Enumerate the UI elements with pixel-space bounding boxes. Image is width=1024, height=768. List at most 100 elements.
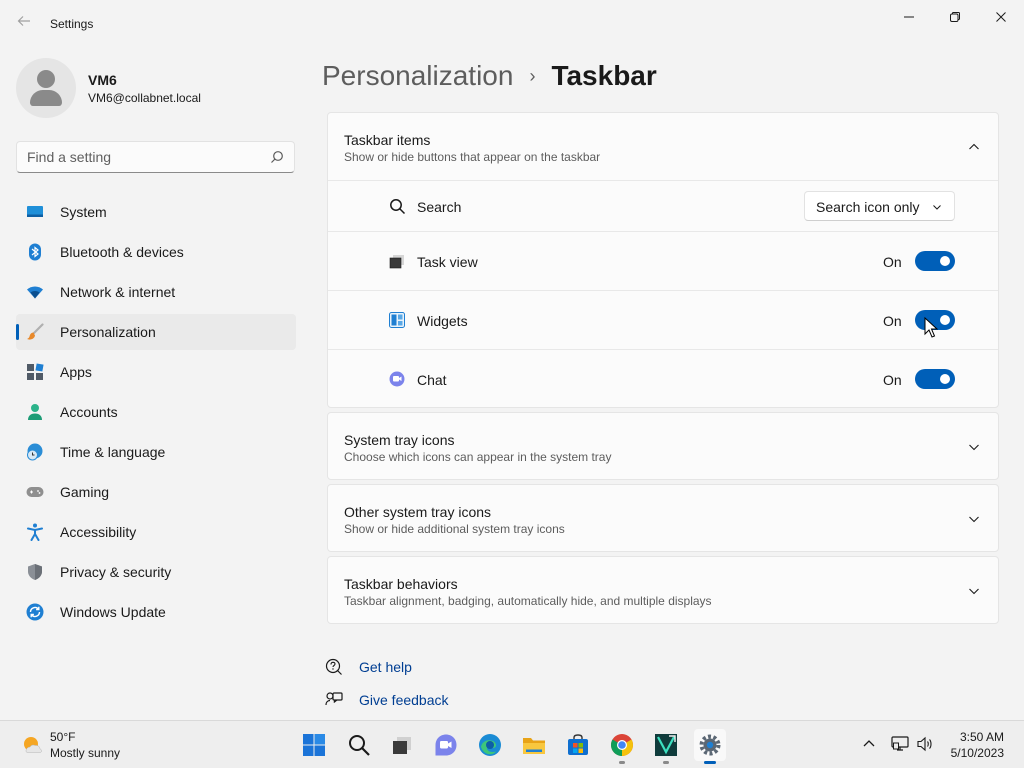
chevron-down-icon[interactable] — [968, 513, 980, 525]
sidebar-item-accounts[interactable]: Accounts — [16, 394, 296, 430]
dropdown-value: Search icon only — [816, 199, 920, 215]
restore-button[interactable] — [932, 4, 978, 30]
wifi-icon — [27, 286, 43, 299]
system-icon — [27, 206, 43, 217]
taskbar-chat-button[interactable] — [430, 729, 462, 761]
chevron-down-icon — [933, 205, 941, 210]
settings-icon — [699, 734, 721, 756]
sidebar-item-bluetooth[interactable]: Bluetooth & devices — [16, 234, 296, 270]
brush-icon — [27, 323, 44, 340]
sidebar-item-label: Time & language — [60, 444, 166, 460]
accessibility-icon — [27, 523, 43, 541]
gamepad-icon — [26, 487, 44, 497]
network-icon[interactable] — [891, 735, 909, 753]
taskbar-items-header[interactable]: Taskbar items Show or hide buttons that … — [328, 113, 998, 180]
toggle-knob — [940, 315, 950, 325]
taskbar-edge-button[interactable] — [474, 729, 506, 761]
search-icon[interactable] — [270, 150, 284, 164]
avatar[interactable] — [16, 58, 76, 118]
sidebar-item-label: Accounts — [60, 404, 118, 420]
taskbar-store-button[interactable] — [562, 729, 594, 761]
avatar-head — [37, 70, 55, 88]
sidebar-item-time-language[interactable]: Time & language — [16, 434, 296, 470]
widgets-row: Widgets On — [328, 291, 998, 349]
volume-icon[interactable] — [916, 735, 934, 753]
breadcrumb-parent[interactable]: Personalization — [322, 60, 513, 92]
link-label: Get help — [359, 659, 412, 675]
start-icon — [303, 734, 325, 756]
toggle-knob — [940, 256, 950, 266]
taskbar-terminal-app-button[interactable] — [650, 729, 682, 764]
back-button[interactable] — [14, 14, 34, 34]
sidebar-item-label: Personalization — [60, 324, 156, 340]
card-subtitle: Taskbar alignment, badging, automaticall… — [344, 594, 712, 608]
mouse-pointer-icon — [924, 317, 938, 338]
card-subtitle: Show or hide additional system tray icon… — [344, 522, 565, 536]
sidebar-item-privacy-security[interactable]: Privacy & security — [16, 554, 296, 590]
chat-icon — [389, 371, 405, 387]
globe-clock-icon — [27, 443, 43, 461]
get-help-link[interactable]: Get help — [325, 657, 412, 677]
taskbar-chrome-button[interactable] — [606, 729, 638, 764]
row-label: Widgets — [417, 313, 468, 329]
search-mode-dropdown[interactable]: Search icon only — [804, 191, 955, 221]
sidebar-item-system[interactable]: System — [16, 194, 296, 230]
taskbar-settings-button[interactable] — [694, 729, 726, 764]
search-icon — [390, 199, 406, 215]
close-button[interactable] — [978, 4, 1024, 30]
running-indicator — [663, 761, 669, 764]
chevron-down-icon[interactable] — [968, 441, 980, 453]
chrome-icon — [611, 734, 633, 756]
row-label: Chat — [417, 372, 447, 388]
user-name: VM6 — [88, 72, 117, 88]
terminal-app-icon — [655, 734, 677, 756]
give-feedback-link[interactable]: Give feedback — [325, 690, 449, 710]
sidebar-item-label: Accessibility — [60, 524, 137, 540]
update-icon — [26, 603, 44, 621]
taskbar-behaviors-card[interactable]: Taskbar behaviors Taskbar alignment, bad… — [327, 556, 999, 624]
chevron-down-icon[interactable] — [968, 585, 980, 597]
avatar-shoulders — [30, 90, 62, 106]
active-indicator — [704, 761, 716, 764]
sidebar-item-network[interactable]: Network & internet — [16, 274, 296, 310]
restore-icon — [950, 12, 960, 22]
minimize-button[interactable] — [886, 4, 932, 30]
weather-description: Mostly sunny — [50, 746, 121, 760]
sidebar-item-gaming[interactable]: Gaming — [16, 474, 296, 510]
toggle-state-label: On — [883, 254, 902, 270]
feedback-icon — [325, 692, 343, 706]
system-tray-icons-card[interactable]: System tray icons Choose which icons can… — [327, 412, 999, 480]
card-title: Other system tray icons — [344, 504, 492, 520]
taskbar-search-button[interactable] — [343, 729, 375, 761]
link-label: Give feedback — [359, 692, 449, 708]
taskbar-task-view-button[interactable] — [386, 729, 418, 761]
minimize-icon — [904, 16, 914, 18]
sidebar-item-personalization[interactable]: Personalization — [16, 314, 296, 350]
sidebar-item-label: Privacy & security — [60, 564, 172, 580]
task-view-toggle[interactable] — [915, 251, 955, 271]
taskbar-items-card: Taskbar items Show or hide buttons that … — [327, 112, 999, 408]
taskbar-file-explorer-button[interactable] — [518, 729, 550, 761]
sidebar-item-label: Windows Update — [60, 604, 166, 620]
file-explorer-icon — [523, 738, 545, 754]
weather-temperature: 50°F — [50, 730, 76, 744]
card-title: System tray icons — [344, 432, 455, 448]
sidebar-item-label: Network & internet — [60, 284, 176, 300]
search-input[interactable] — [27, 148, 262, 166]
start-button[interactable] — [298, 729, 330, 761]
chevron-up-icon[interactable] — [860, 735, 878, 753]
sidebar-item-accessibility[interactable]: Accessibility — [16, 514, 296, 550]
breadcrumb: Personalization › Taskbar — [322, 58, 657, 94]
chat-toggle[interactable] — [915, 369, 955, 389]
page-title: Taskbar — [551, 60, 657, 91]
edge-icon — [479, 734, 501, 756]
user-email: VM6@collabnet.local — [88, 91, 201, 105]
close-icon — [996, 12, 1006, 22]
windows-taskbar: 50°F Mostly sunny 3:50 AM 5/10/2023 — [0, 720, 1024, 768]
sidebar-item-apps[interactable]: Apps — [16, 354, 296, 390]
breadcrumb-separator-icon: › — [529, 65, 536, 86]
settings-search-box[interactable] — [16, 141, 295, 173]
other-system-tray-icons-card[interactable]: Other system tray icons Show or hide add… — [327, 484, 999, 552]
sidebar-item-windows-update[interactable]: Windows Update — [16, 594, 296, 630]
chevron-up-icon[interactable] — [968, 141, 980, 153]
